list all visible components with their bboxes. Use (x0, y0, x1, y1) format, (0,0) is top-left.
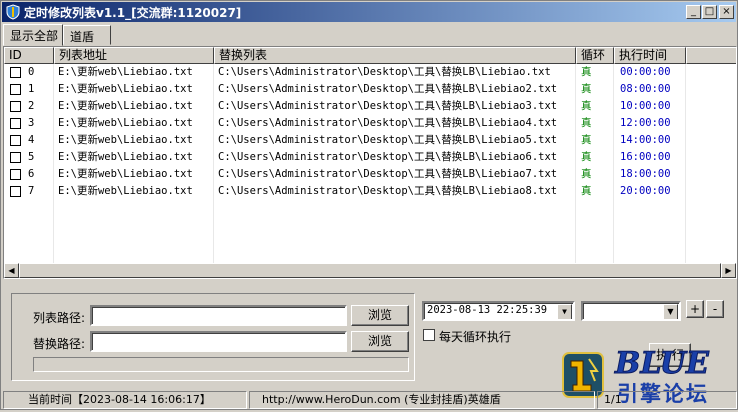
row-checkbox[interactable] (10, 169, 21, 180)
time-combo[interactable]: ▼ (581, 301, 681, 321)
table-row[interactable]: 6 E:\更新web\Liebiao.txt C:\Users\Administra… (4, 166, 720, 183)
row-exec-time: 14:00:00 (620, 134, 671, 146)
row-exec-time: 08:00:00 (620, 83, 671, 95)
row-list-path: E:\更新web\Liebiao.txt (58, 168, 193, 180)
column-header-loop[interactable]: 循环 (576, 47, 614, 64)
row-loop: 真 (581, 100, 592, 112)
row-loop: 真 (581, 185, 592, 197)
row-exec-time: 20:00:00 (620, 185, 671, 197)
status-current-time: 当前时间【2023-08-14 16:06:17】 (3, 391, 247, 409)
row-exec-time: 00:00:00 (620, 66, 671, 78)
table-row[interactable]: 4 E:\更新web\Liebiao.txt C:\Users\Administra… (4, 132, 720, 149)
title-bar[interactable]: 定时修改列表v1.1_[交流群:1120027] _ □ × (2, 2, 736, 22)
row-checkbox[interactable] (10, 101, 21, 112)
row-replace-path: C:\Users\Administrator\Desktop\工具\替换LB\L… (218, 100, 558, 112)
row-exec-time: 10:00:00 (620, 100, 671, 112)
row-replace-path: C:\Users\Administrator\Desktop\工具\替换LB\L… (218, 83, 558, 95)
row-checkbox[interactable] (10, 67, 21, 78)
maximize-button[interactable]: □ (702, 5, 717, 19)
row-replace-path: C:\Users\Administrator\Desktop\工具\替换LB\L… (218, 185, 558, 197)
browse-list-button[interactable]: 浏览 (351, 305, 409, 326)
task-list[interactable]: ID 列表地址 替换列表 循环 执行时间 0 E:\更新web\Liebiao.t… (3, 46, 737, 279)
row-checkbox[interactable] (10, 152, 21, 163)
row-id: 1 (28, 83, 35, 95)
tab-show-all[interactable]: 显示全部 (3, 24, 63, 46)
row-checkbox[interactable] (10, 135, 21, 146)
row-checkbox[interactable] (10, 118, 21, 129)
remove-button[interactable]: - (706, 300, 724, 318)
row-replace-path: C:\Users\Administrator\Desktop\工具\替换LB\L… (218, 66, 551, 78)
minimize-button[interactable]: _ (686, 5, 701, 19)
status-page: 1/1 (597, 391, 737, 409)
chevron-down-icon[interactable]: ▼ (663, 304, 678, 319)
table-row[interactable]: 3 E:\更新web\Liebiao.txt C:\Users\Administra… (4, 115, 720, 132)
table-row[interactable]: 7 E:\更新web\Liebiao.txt C:\Users\Administra… (4, 183, 720, 200)
status-bar: 当前时间【2023-08-14 16:06:17】 http://www.Her… (1, 389, 738, 411)
list-body: 0 E:\更新web\Liebiao.txt C:\Users\Administra… (4, 64, 736, 264)
table-row[interactable]: 5 E:\更新web\Liebiao.txt C:\Users\Administra… (4, 149, 720, 166)
datetime-picker[interactable]: 2023-08-13 22:25:39 ▼ (422, 301, 575, 321)
horizontal-scrollbar[interactable]: ◀ ▶ (4, 263, 736, 278)
row-list-path: E:\更新web\Liebiao.txt (58, 117, 193, 129)
row-replace-path: C:\Users\Administrator\Desktop\工具\替换LB\L… (218, 168, 558, 180)
row-replace-path: C:\Users\Administrator\Desktop\工具\替换LB\L… (218, 134, 558, 146)
row-list-path: E:\更新web\Liebiao.txt (58, 134, 193, 146)
datetime-value: 2023-08-13 22:25:39 (427, 304, 548, 316)
row-exec-time: 12:00:00 (620, 117, 671, 129)
column-header-exec-time[interactable]: 执行时间 (614, 47, 686, 64)
row-id: 4 (28, 134, 35, 146)
row-id: 5 (28, 151, 35, 163)
table-row[interactable]: 2 E:\更新web\Liebiao.txt C:\Users\Administra… (4, 98, 720, 115)
scrollbar-thumb[interactable] (19, 263, 721, 278)
tab-daodun[interactable]: 道盾 (63, 25, 111, 45)
row-checkbox[interactable] (10, 84, 21, 95)
row-list-path: E:\更新web\Liebiao.txt (58, 185, 193, 197)
row-loop: 真 (581, 151, 592, 163)
row-exec-time: 18:00:00 (620, 168, 671, 180)
row-list-path: E:\更新web\Liebiao.txt (58, 83, 193, 95)
progress-bar (33, 357, 409, 372)
table-row[interactable]: 1 E:\更新web\Liebiao.txt C:\Users\Administra… (4, 81, 720, 98)
row-id: 3 (28, 117, 35, 129)
list-path-input[interactable] (90, 305, 347, 326)
logo-text-blue: BLUE (614, 346, 710, 381)
column-header-filler (686, 47, 736, 64)
row-id: 0 (28, 66, 35, 78)
scroll-right-icon[interactable]: ▶ (721, 263, 736, 278)
chevron-down-icon[interactable]: ▼ (557, 304, 572, 319)
main-window: 定时修改列表v1.1_[交流群:1120027] _ □ × 显示全部 道盾 I… (0, 0, 738, 410)
row-loop: 真 (581, 134, 592, 146)
row-id: 7 (28, 185, 35, 197)
status-website[interactable]: http://www.HeroDun.com (专业封挂盾)英雄盾 (249, 391, 595, 409)
browse-replace-button[interactable]: 浏览 (351, 331, 409, 352)
column-header-list-path[interactable]: 列表地址 (54, 47, 214, 64)
row-checkbox[interactable] (10, 186, 21, 197)
row-replace-path: C:\Users\Administrator\Desktop\工具\替换LB\L… (218, 151, 558, 163)
row-replace-path: C:\Users\Administrator\Desktop\工具\替换LB\L… (218, 117, 558, 129)
replace-path-label: 替换路径: (33, 337, 86, 351)
add-button[interactable]: + (686, 300, 704, 318)
row-list-path: E:\更新web\Liebiao.txt (58, 66, 193, 78)
column-header-replace-list[interactable]: 替换列表 (214, 47, 576, 64)
row-id: 2 (28, 100, 35, 112)
window-title: 定时修改列表v1.1_[交流群:1120027] (24, 6, 242, 20)
scroll-left-icon[interactable]: ◀ (4, 263, 19, 278)
row-id: 6 (28, 168, 35, 180)
row-list-path: E:\更新web\Liebiao.txt (58, 100, 193, 112)
shield-icon (6, 4, 20, 20)
row-exec-time: 16:00:00 (620, 151, 671, 163)
row-loop: 真 (581, 83, 592, 95)
replace-path-input[interactable] (90, 331, 347, 352)
list-path-label: 列表路径: (33, 311, 86, 325)
close-button[interactable]: × (719, 5, 734, 19)
list-header: ID 列表地址 替换列表 循环 执行时间 (4, 47, 736, 64)
row-loop: 真 (581, 66, 592, 78)
daily-loop-label: 每天循环执行 (439, 330, 512, 344)
row-list-path: E:\更新web\Liebiao.txt (58, 151, 193, 163)
daily-loop-checkbox[interactable] (423, 329, 435, 341)
column-header-id[interactable]: ID (4, 47, 54, 64)
row-loop: 真 (581, 168, 592, 180)
row-loop: 真 (581, 117, 592, 129)
table-row[interactable]: 0 E:\更新web\Liebiao.txt C:\Users\Administra… (4, 64, 720, 81)
